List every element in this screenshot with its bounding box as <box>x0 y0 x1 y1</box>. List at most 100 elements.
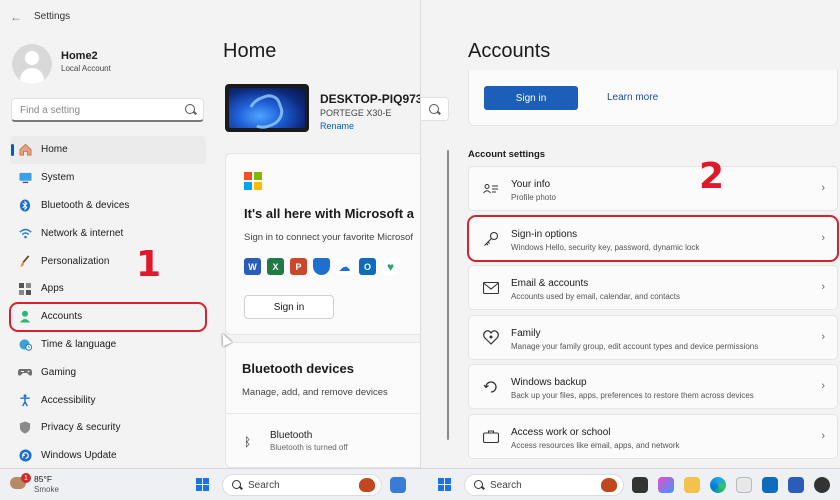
sidebar-item-label: Time & language <box>41 338 117 350</box>
profile-type: Local Account <box>61 64 111 73</box>
bt-card-subtext: Manage, add, and remove devices <box>242 387 388 398</box>
search-icon <box>232 480 241 489</box>
weather-temperature: 85°F <box>34 474 53 484</box>
taskbar-right: Search <box>420 468 840 500</box>
device-model: PORTEGE X30-E <box>320 108 392 118</box>
globe-clock-icon <box>18 337 32 351</box>
sidebar-item-windows-update[interactable]: Windows Update <box>10 442 206 468</box>
sidebar-item-label: Accessibility <box>41 394 96 406</box>
file-explorer-icon[interactable] <box>684 477 700 493</box>
apps-icon <box>18 282 32 296</box>
briefcase-icon <box>482 429 500 445</box>
sign-in-card: Sign in Learn more <box>468 70 838 126</box>
sidebar-item-apps[interactable]: Apps <box>10 275 206 303</box>
row-label: Sign-in options <box>511 228 578 240</box>
mail-icon <box>482 280 500 296</box>
row-description: Accounts used by email, calendar, and co… <box>511 292 680 301</box>
bt-card-heading: Bluetooth devices <box>242 361 354 376</box>
start-button-icon[interactable] <box>438 478 452 492</box>
find-setting-input[interactable]: Find a setting <box>11 98 204 122</box>
sidebar-item-system[interactable]: System <box>10 164 206 192</box>
copilot-icon[interactable] <box>658 477 674 493</box>
row-description: Profile photo <box>511 193 556 202</box>
sidebar-item-personalization[interactable]: Personalization <box>10 247 206 275</box>
settings-gear-icon[interactable] <box>814 477 830 493</box>
chevron-right-icon: › <box>821 380 825 392</box>
taskbar-search[interactable]: Search <box>222 474 382 496</box>
weather-widget[interactable]: 1 85°F Smoke <box>8 473 68 497</box>
sidebar-item-label: Accounts <box>41 311 83 323</box>
rename-link[interactable]: Rename <box>320 121 354 131</box>
sidebar-item-gaming[interactable]: Gaming <box>10 358 206 386</box>
user-profile[interactable]: Home2 Local Account <box>12 44 212 84</box>
chevron-right-icon: › <box>821 182 825 194</box>
sidebar-item-home[interactable]: Home <box>10 136 206 164</box>
row-description: Manage your family group, edit account t… <box>511 341 759 351</box>
search-icon <box>185 104 195 114</box>
sidebar-nav: Home System Bluetooth & devices Network … <box>9 136 207 468</box>
row-windows-backup[interactable]: Windows backup Back up your files, apps,… <box>468 364 838 409</box>
taskbar-search-label: Search <box>490 480 522 491</box>
sign-in-button[interactable]: Sign in <box>484 86 578 110</box>
search-highlight-icon <box>601 478 617 492</box>
row-family[interactable]: Family Manage your family group, edit ac… <box>468 314 838 360</box>
row-access-work-school[interactable]: Access work or school Access resources l… <box>468 413 838 459</box>
outlook-icon[interactable] <box>762 477 778 493</box>
backup-icon <box>482 379 500 395</box>
update-icon <box>18 449 32 463</box>
powerpoint-icon: P <box>290 258 307 275</box>
notification-badge: 1 <box>21 473 31 483</box>
window-title: Settings <box>34 11 71 22</box>
sidebar-item-label: Privacy & security <box>41 422 121 434</box>
row-label: Email & accounts <box>511 278 589 289</box>
sidebar-item-accounts[interactable]: Accounts <box>9 301 207 332</box>
search-icon <box>429 104 439 114</box>
row-your-info[interactable]: Your info Profile photo › <box>468 166 838 211</box>
chevron-right-icon: › <box>821 281 825 293</box>
outlook-icon: O <box>359 258 376 275</box>
search-placeholder: Find a setting <box>20 105 81 116</box>
office-apps-row: W X P ☁ O ♥ <box>244 258 399 275</box>
profile-name: Home2 <box>61 50 98 62</box>
row-label: Access work or school <box>511 426 611 438</box>
accessibility-icon <box>18 393 32 407</box>
home-icon <box>18 143 32 157</box>
taskbar-search-label: Search <box>248 480 280 491</box>
avatar <box>12 44 52 84</box>
id-card-icon <box>482 181 500 197</box>
back-arrow-icon[interactable]: ← <box>10 10 22 24</box>
microsoft-logo-icon <box>244 172 262 190</box>
sidebar-item-privacy-security[interactable]: Privacy & security <box>10 414 206 442</box>
page-title: Accounts <box>468 40 551 62</box>
taskbar-left: 1 85°F Smoke Search <box>0 468 420 500</box>
excel-icon: X <box>267 258 284 275</box>
row-label: Your info <box>511 179 551 190</box>
settings-window-home: ← Settings Home2 Local Account Find a se… <box>0 0 420 468</box>
bluetooth-item-label[interactable]: Bluetooth <box>270 430 312 441</box>
person-icon <box>18 310 32 324</box>
start-button-icon[interactable] <box>196 478 210 492</box>
brush-icon <box>18 254 32 268</box>
ms-sign-in-button[interactable]: Sign in <box>244 295 334 319</box>
search-icon <box>474 480 483 489</box>
sidebar-item-bluetooth-devices[interactable]: Bluetooth & devices <box>10 192 206 220</box>
row-description: Access resources like email, apps, and n… <box>511 440 680 450</box>
sidebar-item-time-language[interactable]: Time & language <box>10 331 206 359</box>
taskbar-search[interactable]: Search <box>464 474 624 496</box>
sidebar-item-label: Home <box>41 144 68 156</box>
app-icon[interactable] <box>788 477 804 493</box>
store-icon[interactable] <box>736 477 752 493</box>
sidebar-item-label: Apps <box>41 283 64 295</box>
sidebar-item-network[interactable]: Network & internet <box>10 219 206 247</box>
edge-icon[interactable] <box>710 477 726 493</box>
row-email-accounts[interactable]: Email & accounts Accounts used by email,… <box>468 265 838 310</box>
gamepad-icon <box>18 365 32 379</box>
wifi-icon <box>18 226 32 240</box>
row-sign-in-options[interactable]: Sign-in options Windows Hello, security … <box>467 214 839 262</box>
scrollbar[interactable] <box>447 150 449 440</box>
sidebar-item-accessibility[interactable]: Accessibility <box>10 386 206 414</box>
task-view-icon[interactable] <box>390 477 406 493</box>
search-button[interactable] <box>421 97 449 121</box>
learn-more-link[interactable]: Learn more <box>607 92 658 103</box>
task-view-icon[interactable] <box>632 477 648 493</box>
